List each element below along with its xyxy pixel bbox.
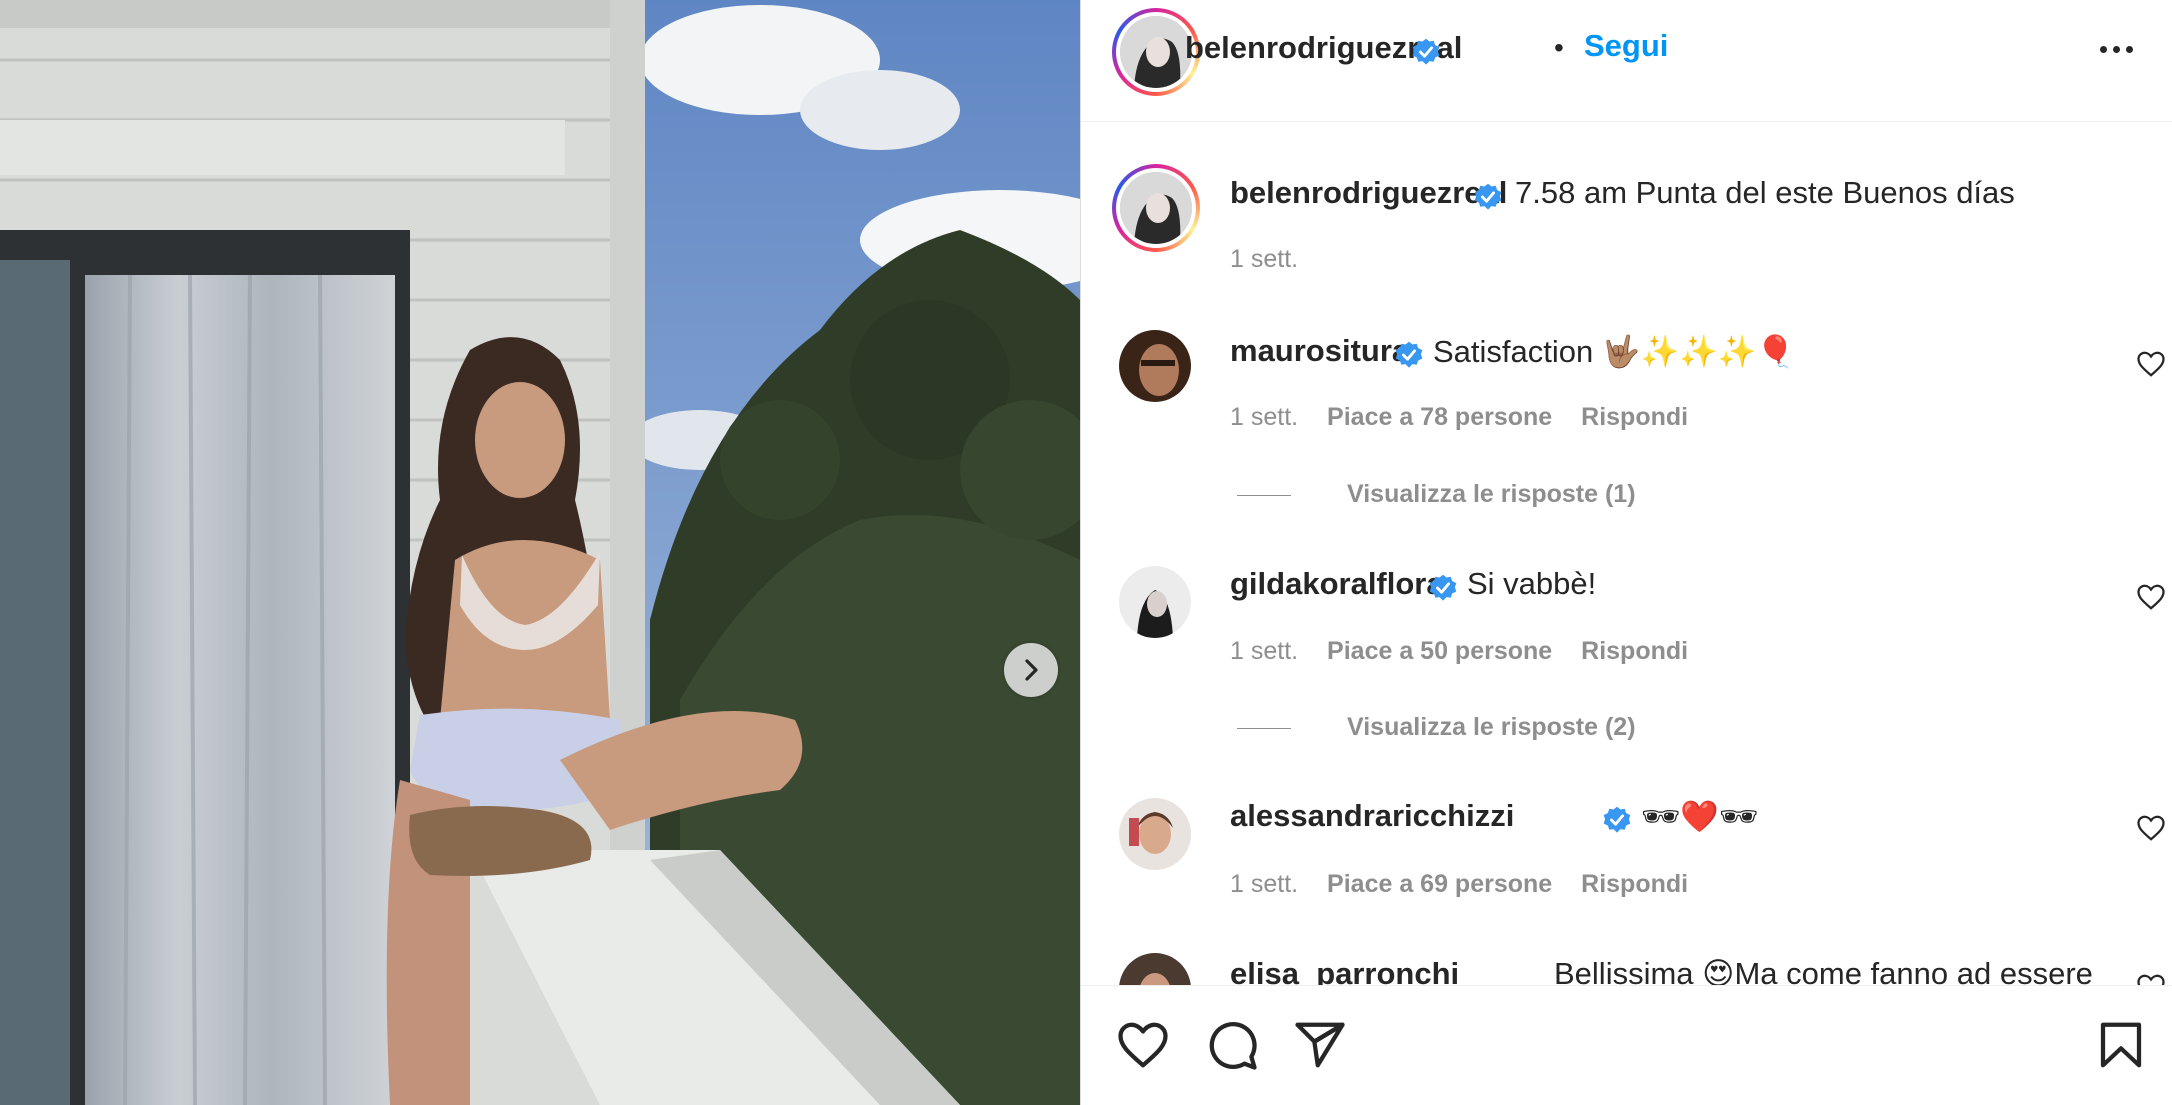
next-photo-button[interactable]	[1004, 643, 1058, 697]
commenter-avatar-image	[1119, 953, 1191, 985]
header-separator: •	[1554, 32, 1564, 63]
chevron-right-icon	[1025, 659, 1038, 681]
post-side-panel: belenrodriguezreal • Segui belenrodrigue…	[1080, 0, 2172, 1105]
bookmark-icon[interactable]	[2094, 1018, 2148, 1072]
commenter-username[interactable]: maurositura	[1230, 333, 1409, 369]
post-image	[0, 0, 1080, 1105]
like-comment-heart-icon[interactable]	[2136, 349, 2166, 379]
like-comment-heart-icon[interactable]	[2136, 813, 2166, 843]
post-photo[interactable]	[0, 0, 1080, 1105]
author-avatar-image	[1120, 16, 1192, 88]
instagram-post: belenrodriguezreal • Segui belenrodrigue…	[0, 0, 2172, 1105]
comment-time: 1 sett.	[1230, 637, 1299, 665]
comment-text: Si vabbè!	[1467, 566, 1597, 601]
verified-badge-icon	[1412, 38, 1440, 65]
replies-line	[1237, 494, 1291, 496]
like-comment-heart-icon[interactable]	[2136, 582, 2166, 612]
like-comment-heart-icon[interactable]	[2136, 972, 2166, 985]
commenter-username[interactable]: gildakoralflora	[1230, 566, 1444, 602]
verified-badge-icon	[1603, 806, 1631, 833]
comments-list[interactable]: belenrodriguezreal 7.58 am Punta del est…	[1081, 123, 2172, 985]
view-replies-button[interactable]: Visualizza le risposte (1)	[1237, 480, 1636, 509]
verified-badge-icon	[1429, 574, 1457, 601]
post-actions-bar	[1081, 985, 2172, 1105]
reply-button[interactable]: Rispondi	[1581, 870, 1688, 898]
commenter-avatar-image	[1119, 566, 1191, 638]
commenter-avatar-image	[1119, 330, 1191, 402]
post-header: belenrodriguezreal • Segui	[1081, 0, 2172, 122]
commenter-avatar-image	[1119, 798, 1191, 870]
comment-likes[interactable]: Piace a 69 persone	[1327, 870, 1552, 898]
view-replies-label: Visualizza le risposte (1)	[1347, 480, 1636, 508]
comment-text: 🕶❤️🕶	[1641, 799, 1759, 834]
commenter-username[interactable]: alessandraricchizzi	[1230, 798, 1514, 834]
caption-time: 1 sett.	[1230, 245, 1299, 273]
comment-meta: 1 sett. Piace a 78 persone Rispondi	[1230, 403, 1688, 432]
share-icon[interactable]	[1293, 1018, 1347, 1072]
comment-meta: 1 sett. Piace a 69 persone Rispondi	[1230, 870, 1688, 899]
more-options-icon[interactable]	[2097, 40, 2141, 64]
comment-icon[interactable]	[1205, 1018, 1259, 1072]
commenter-avatar[interactable]	[1119, 953, 1191, 985]
heart-icon[interactable]	[1116, 1018, 1170, 1072]
verified-badge-icon	[1395, 341, 1423, 368]
verified-badge-icon	[1474, 183, 1502, 210]
replies-line	[1237, 727, 1291, 729]
comment-meta: 1 sett. Piace a 50 persone Rispondi	[1230, 637, 1688, 666]
comment-likes[interactable]: Piace a 50 persone	[1327, 637, 1552, 665]
comment-text: Bellissima 😍Ma come fanno ad essere	[1554, 956, 2093, 985]
comment-time: 1 sett.	[1230, 870, 1299, 898]
caption-username[interactable]: belenrodriguezreal	[1230, 175, 1507, 211]
view-replies-label: Visualizza le risposte (2)	[1347, 713, 1636, 741]
view-replies-button[interactable]: Visualizza le risposte (2)	[1237, 713, 1636, 742]
caption-author-avatar[interactable]	[1112, 164, 1200, 252]
commenter-avatar[interactable]	[1119, 798, 1191, 870]
comment-text: Satisfaction 🤟🏽✨✨✨🎈	[1433, 334, 1795, 369]
caption-author-avatar-image	[1120, 172, 1192, 244]
commenter-avatar[interactable]	[1119, 330, 1191, 402]
caption-text: 7.58 am Punta del este Buenos días	[1515, 175, 2015, 210]
comment-likes[interactable]: Piace a 78 persone	[1327, 403, 1552, 431]
follow-button[interactable]: Segui	[1584, 28, 1668, 64]
comment-time: 1 sett.	[1230, 403, 1299, 431]
reply-button[interactable]: Rispondi	[1581, 637, 1688, 665]
reply-button[interactable]: Rispondi	[1581, 403, 1688, 431]
commenter-username[interactable]: elisa_parronchi	[1230, 956, 1459, 985]
commenter-avatar[interactable]	[1119, 566, 1191, 638]
